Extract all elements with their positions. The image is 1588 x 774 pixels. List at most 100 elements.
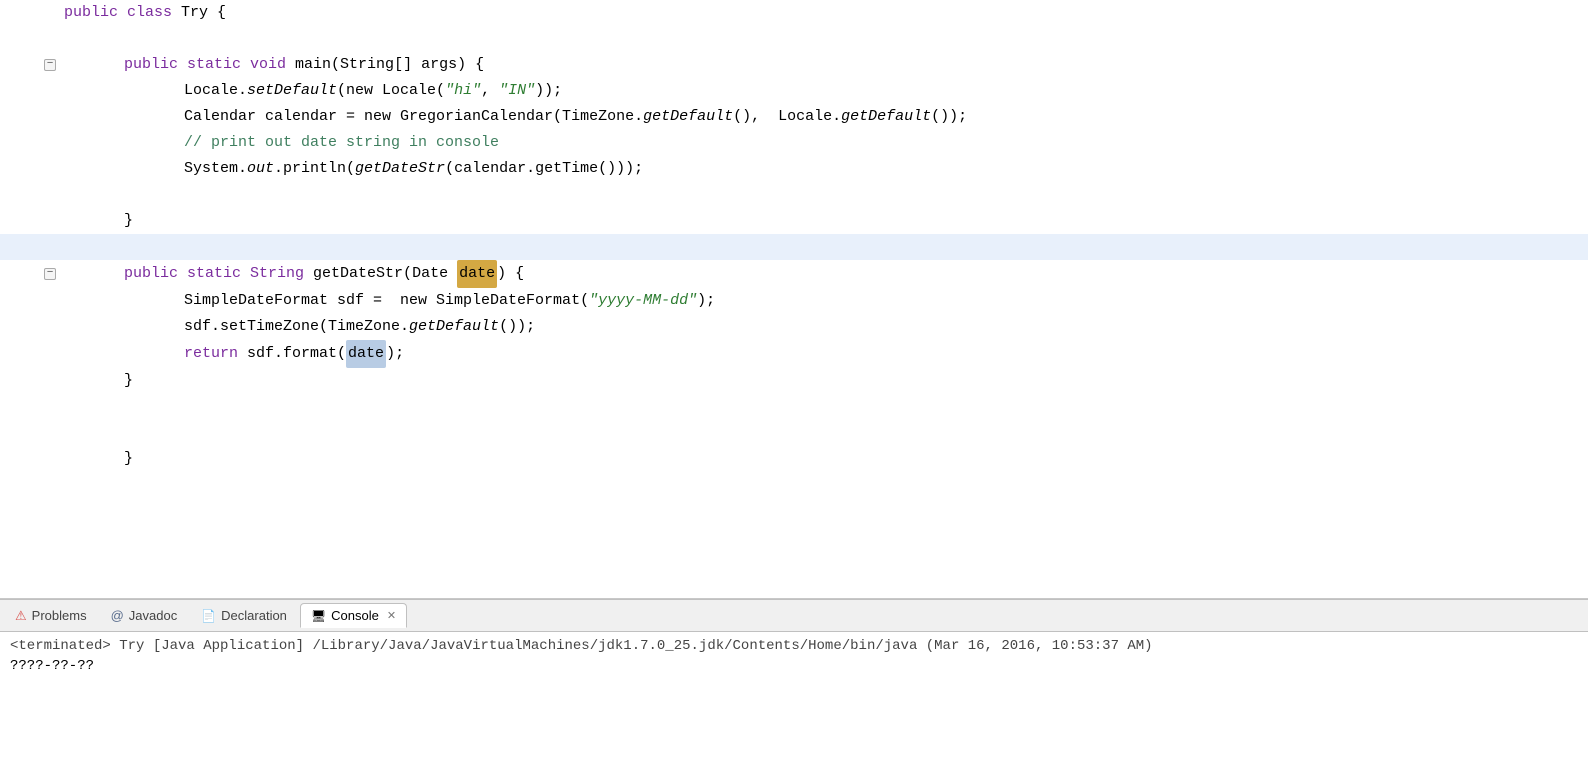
code-text-getdatestr: public static String getDateStr(Date dat… <box>60 260 1588 288</box>
gutter-tz <box>0 314 60 340</box>
collapse-button-getdatestr[interactable]: − <box>44 268 56 280</box>
method-call: getDateStr <box>355 156 445 182</box>
code-token: } <box>124 368 133 394</box>
console-icon: 🖥 <box>311 609 326 623</box>
code-token: )); <box>535 78 562 104</box>
gutter-locale <box>0 78 60 104</box>
code-token: ); <box>697 288 715 314</box>
code-text-e2 <box>60 182 1588 208</box>
javadoc-icon: @ <box>111 608 124 623</box>
gutter-e2 <box>0 182 60 208</box>
code-line-empty-4 <box>0 420 1588 446</box>
code-line-system: System.out.println(getDateStr(calendar.g… <box>0 156 1588 182</box>
code-text-highlighted <box>60 234 1588 260</box>
comment: // print out date string in console <box>184 130 499 156</box>
keyword: public <box>64 0 127 26</box>
gutter-e3 <box>0 394 60 420</box>
keyword: void <box>250 52 295 78</box>
method-call: getDefault <box>643 104 733 130</box>
code-line-simpledateformat: SimpleDateFormat sdf = new SimpleDateFor… <box>0 288 1588 314</box>
string-literal: "yyyy-MM-dd" <box>589 288 697 314</box>
method-call: getDefault <box>409 314 499 340</box>
code-line-main: − public static void main(String[] args)… <box>0 52 1588 78</box>
tab-problems-label: Problems <box>32 608 87 623</box>
code-text-tz: sdf.setTimeZone(TimeZone.getDefault()); <box>60 314 1588 340</box>
gutter-e4 <box>0 420 60 446</box>
code-token: ()); <box>931 104 967 130</box>
tab-console-label: Console <box>331 608 379 623</box>
method-call: getDefault <box>841 104 931 130</box>
code-line-highlighted <box>0 234 1588 260</box>
method-name: main(String[] args) { <box>295 52 484 78</box>
keyword: public <box>124 261 187 287</box>
keyword: String <box>250 261 313 287</box>
problems-icon: ⚠ <box>15 608 27 624</box>
method-call: setDefault <box>247 78 337 104</box>
tab-javadoc[interactable]: @ Javadoc <box>100 603 189 628</box>
gutter-close-class <box>0 446 60 472</box>
gutter-close-main <box>0 208 60 234</box>
code-line-empty-2 <box>0 182 1588 208</box>
code-text-close-main: } <box>60 208 1588 234</box>
gutter-return <box>0 340 60 368</box>
keyword: public <box>124 52 187 78</box>
code-token: } <box>124 446 133 472</box>
code-editor: public class Try { − public static void … <box>0 0 1588 599</box>
code-token: , <box>481 78 499 104</box>
code-text-close-gds: } <box>60 368 1588 394</box>
code-line-return: return sdf.format(date); <box>0 340 1588 368</box>
code-line-locale: Locale.setDefault(new Locale("hi", "IN")… <box>0 78 1588 104</box>
code-text-system: System.out.println(getDateStr(calendar.g… <box>60 156 1588 182</box>
code-text-locale: Locale.setDefault(new Locale("hi", "IN")… <box>60 78 1588 104</box>
code-text-1: public class Try { <box>60 0 1588 26</box>
collapse-button-main[interactable]: − <box>44 59 56 71</box>
code-line-empty-3 <box>0 394 1588 420</box>
code-token: sdf.setTimeZone(TimeZone. <box>184 314 409 340</box>
highlighted-param-date-blue: date <box>346 340 386 368</box>
console-output-area: <terminated> Try [Java Application] /Lib… <box>0 632 1588 774</box>
gutter-system <box>0 156 60 182</box>
bottom-panel: ⚠ Problems @ Javadoc 📄 Declaration 🖥 Con… <box>0 599 1588 774</box>
code-line-comment: // print out date string in console <box>0 130 1588 156</box>
code-line-getdatestr: − public static String getDateStr(Date d… <box>0 260 1588 288</box>
code-token: Calendar calendar = new GregorianCalenda… <box>184 104 643 130</box>
tab-declaration[interactable]: 📄 Declaration <box>190 603 298 628</box>
gutter-close-gds <box>0 368 60 394</box>
tab-problems[interactable]: ⚠ Problems <box>4 603 98 629</box>
code-token: (new Locale( <box>337 78 445 104</box>
console-close-icon[interactable]: ✕ <box>387 609 396 622</box>
code-line-settimezone: sdf.setTimeZone(TimeZone.getDefault()); <box>0 314 1588 340</box>
declaration-icon: 📄 <box>201 609 216 623</box>
code-token: sdf.format( <box>247 341 346 367</box>
gutter-main: − <box>0 52 60 78</box>
code-text-e3 <box>60 394 1588 420</box>
tab-console[interactable]: 🖥 Console ✕ <box>300 603 407 628</box>
code-token: .println( <box>274 156 355 182</box>
gutter-sdf <box>0 288 60 314</box>
gutter-1 <box>0 0 60 26</box>
keyword: return <box>184 341 247 367</box>
tabs-bar: ⚠ Problems @ Javadoc 📄 Declaration 🖥 Con… <box>0 600 1588 632</box>
code-text-main: public static void main(String[] args) { <box>60 52 1588 78</box>
code-text-calendar: Calendar calendar = new GregorianCalenda… <box>60 104 1588 130</box>
code-token: SimpleDateFormat sdf = new SimpleDateFor… <box>184 288 589 314</box>
method-name: getDateStr(Date <box>313 261 457 287</box>
code-text-return: return sdf.format(date); <box>60 340 1588 368</box>
identifier: Try { <box>181 0 226 26</box>
code-text-comment: // print out date string in console <box>60 130 1588 156</box>
code-token: System. <box>184 156 247 182</box>
code-text-e1 <box>60 26 1588 52</box>
code-token: ); <box>386 341 404 367</box>
gutter-comment <box>0 130 60 156</box>
gutter-highlighted <box>0 234 60 260</box>
code-token: } <box>124 208 133 234</box>
keyword: class <box>127 0 181 26</box>
code-text-close-class: } <box>60 446 1588 472</box>
tab-javadoc-label: Javadoc <box>129 608 177 623</box>
code-line-1: public class Try { <box>0 0 1588 26</box>
code-line-close-main: } <box>0 208 1588 234</box>
code-text-sdf: SimpleDateFormat sdf = new SimpleDateFor… <box>60 288 1588 314</box>
code-line-close-class: } <box>0 446 1588 472</box>
string-literal: "hi" <box>445 78 481 104</box>
code-content: public class Try { − public static void … <box>0 0 1588 472</box>
